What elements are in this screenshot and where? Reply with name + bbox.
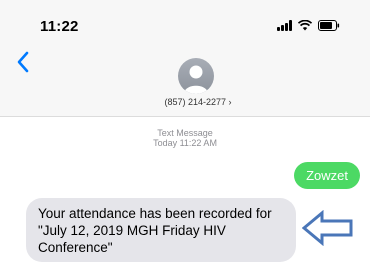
cellular-signal-icon: [277, 20, 292, 31]
wifi-icon: [298, 20, 312, 31]
battery-icon: [318, 20, 340, 31]
status-icons: [277, 20, 340, 31]
status-time: 11:22: [40, 18, 79, 35]
received-message-bubble: Your attendance has been recorded for "J…: [26, 198, 296, 262]
message-kind-label: Text Message: [157, 128, 213, 138]
back-chevron-icon[interactable]: [16, 50, 32, 74]
conversation-header: 11:22 (857) 214-2277 ›: [0, 0, 370, 117]
contact-number[interactable]: (857) 214-2277 ›: [150, 97, 246, 107]
contact-avatar[interactable]: [178, 58, 214, 94]
left-arrow-outline-icon: [301, 209, 354, 247]
sent-message-bubble: Zowzet: [294, 162, 360, 189]
message-timestamp: Today 11:22 AM: [153, 138, 217, 148]
person-silhouette-icon: [184, 65, 208, 94]
